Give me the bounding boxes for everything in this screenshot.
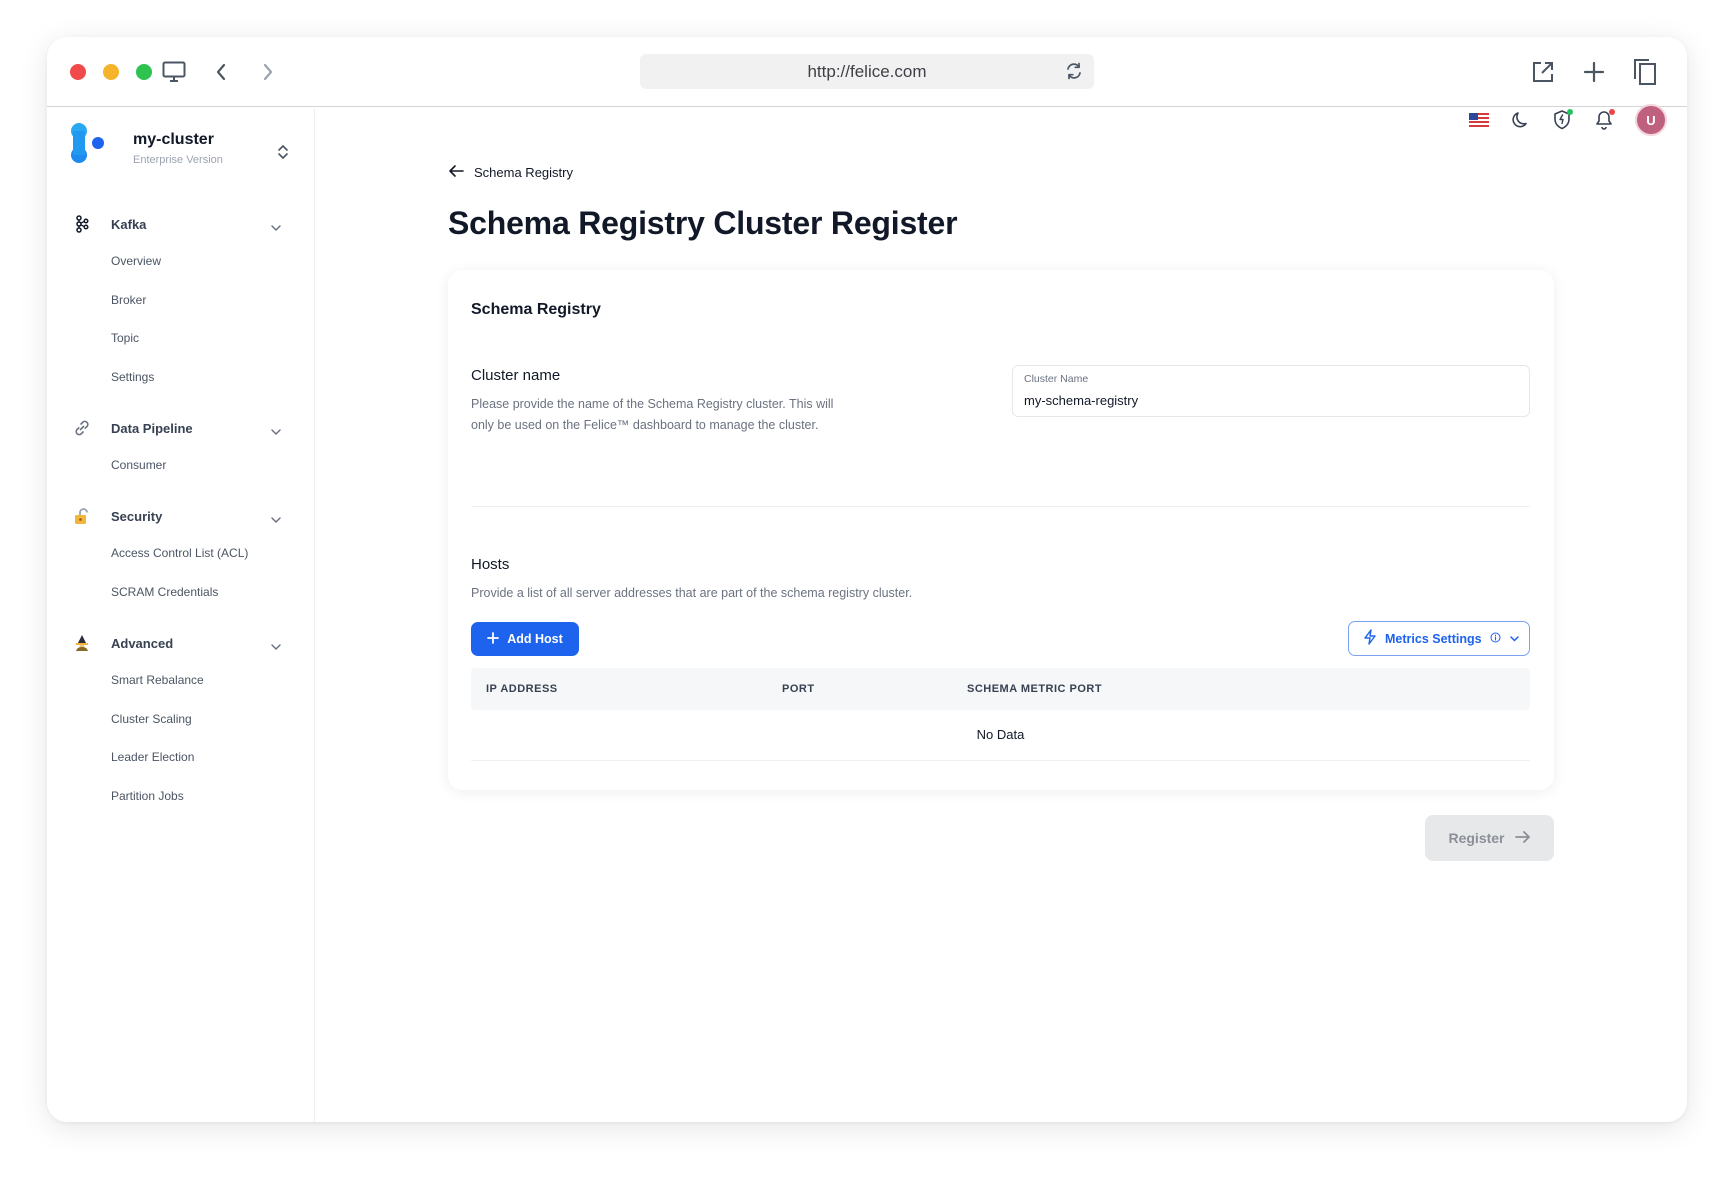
close-window-button[interactable]: [70, 64, 86, 80]
plus-icon: [487, 631, 500, 647]
sidebar-item-smart-rebalance[interactable]: Smart Rebalance: [47, 661, 315, 700]
chevron-down-icon: [270, 219, 282, 237]
sidebar-item-consumer[interactable]: Consumer: [47, 446, 315, 485]
info-icon: [1490, 632, 1501, 646]
wizard-icon: [73, 634, 91, 652]
empty-state-text: No Data: [976, 727, 1025, 742]
sidebar-item-leader-election[interactable]: Leader Election: [47, 738, 315, 777]
metrics-settings-label: Metrics Settings: [1385, 631, 1482, 646]
nav-group-data-pipeline: Data Pipeline Consumer: [47, 410, 315, 485]
cluster-name-field-label: Cluster Name: [1024, 373, 1089, 385]
nav-group-security: Security Access Control List (ACL) SCRAM…: [47, 498, 315, 611]
card-title: Schema Registry: [471, 301, 601, 318]
open-external-icon[interactable]: [1530, 59, 1556, 85]
hosts-table: IP ADDRESS PORT SCHEMA METRIC PORT No Da…: [471, 668, 1530, 761]
arrow-left-icon: [448, 164, 464, 181]
shield-icon[interactable]: [1550, 107, 1576, 133]
sidebar: my-cluster Enterprise Version Kafka Over…: [47, 108, 315, 1122]
sidebar-item-settings[interactable]: Settings: [47, 358, 315, 397]
schema-registry-form-card: Schema Registry Cluster name Please prov…: [448, 270, 1554, 790]
hosts-section-title: Hosts: [471, 556, 510, 573]
nav-group-advanced-toggle[interactable]: Advanced: [47, 625, 315, 661]
forward-arrow-icon[interactable]: [255, 59, 281, 85]
nav-group-label: Kafka: [111, 216, 147, 232]
chevron-down-icon: [270, 423, 282, 441]
chevron-down-icon: [1509, 632, 1520, 646]
back-to-schema-registry-link[interactable]: Schema Registry: [448, 164, 573, 181]
nav-group-kafka: Kafka Overview Broker Topic Settings: [47, 206, 315, 396]
nav-group-label: Advanced: [111, 635, 174, 651]
chevron-down-icon: [270, 638, 282, 656]
sidebar-item-overview[interactable]: Overview: [47, 242, 315, 281]
new-tab-icon[interactable]: [1581, 59, 1607, 85]
browser-toolbar: http://felice.com: [47, 37, 1687, 107]
cluster-name: my-cluster: [133, 131, 214, 148]
lightning-icon: [1363, 629, 1377, 648]
moon-icon[interactable]: [1508, 107, 1534, 133]
minimize-window-button[interactable]: [103, 64, 119, 80]
reload-icon[interactable]: [1064, 61, 1084, 86]
avatar[interactable]: U: [1635, 104, 1667, 136]
address-bar[interactable]: http://felice.com: [640, 54, 1094, 89]
sidebar-item-partition-jobs[interactable]: Partition Jobs: [47, 777, 315, 816]
table-header: IP ADDRESS PORT SCHEMA METRIC PORT: [471, 668, 1530, 710]
arrow-right-icon: [1514, 830, 1531, 847]
register-label: Register: [1448, 830, 1505, 846]
copy-tabs-icon[interactable]: [1632, 59, 1658, 85]
column-header-port: PORT: [782, 683, 815, 695]
nav-group-security-toggle[interactable]: Security: [47, 498, 315, 534]
cluster-edition: Enterprise Version: [133, 154, 223, 166]
column-header-schema-metric-port: SCHEMA METRIC PORT: [967, 683, 1103, 695]
sidebar-item-topic[interactable]: Topic: [47, 319, 315, 358]
us-flag-icon[interactable]: [1466, 107, 1492, 133]
section-divider: [471, 506, 1530, 507]
sidebar-item-broker[interactable]: Broker: [47, 281, 315, 320]
cluster-name-section-description: Please provide the name of the Schema Re…: [471, 397, 834, 432]
sidebar-item-cluster-scaling[interactable]: Cluster Scaling: [47, 700, 315, 739]
back-arrow-icon[interactable]: [208, 59, 234, 85]
url-text: http://felice.com: [807, 61, 927, 81]
nav-group-data-pipeline-toggle[interactable]: Data Pipeline: [47, 410, 315, 446]
add-host-label: Add Host: [507, 632, 563, 646]
nav-group-label: Security: [111, 508, 163, 524]
felice-logo: [69, 122, 109, 171]
maximize-window-button[interactable]: [136, 64, 152, 80]
chevron-down-icon: [270, 511, 282, 529]
cluster-switcher[interactable]: my-cluster Enterprise Version: [69, 122, 309, 182]
cluster-name-input[interactable]: [1024, 390, 1514, 410]
cluster-name-field[interactable]: Cluster Name: [1012, 365, 1530, 417]
add-host-button[interactable]: Add Host: [471, 622, 579, 656]
cluster-name-section-title: Cluster name: [471, 367, 561, 384]
nav-group-advanced: Advanced Smart Rebalance Cluster Scaling…: [47, 625, 315, 815]
table-body: No Data: [471, 710, 1530, 761]
monitor-icon[interactable]: [161, 59, 187, 85]
nav-group-label: Data Pipeline: [111, 420, 193, 436]
hosts-section-description: Provide a list of all server addresses t…: [471, 586, 913, 600]
lock-icon: [73, 507, 91, 525]
kafka-icon: [73, 215, 91, 233]
back-link-label: Schema Registry: [474, 165, 573, 180]
sidebar-item-acl[interactable]: Access Control List (ACL): [47, 534, 315, 573]
metrics-settings-button[interactable]: Metrics Settings: [1348, 621, 1530, 656]
link-icon: [73, 419, 91, 437]
bell-icon[interactable]: [1592, 107, 1618, 133]
column-header-ip-address: IP ADDRESS: [486, 683, 558, 695]
register-button[interactable]: Register: [1425, 815, 1554, 861]
page-title: Schema Registry Cluster Register: [448, 205, 958, 241]
sidebar-item-scram-credentials[interactable]: SCRAM Credentials: [47, 573, 315, 612]
chevron-updown-icon[interactable]: [277, 144, 289, 165]
nav-group-kafka-toggle[interactable]: Kafka: [47, 206, 315, 242]
